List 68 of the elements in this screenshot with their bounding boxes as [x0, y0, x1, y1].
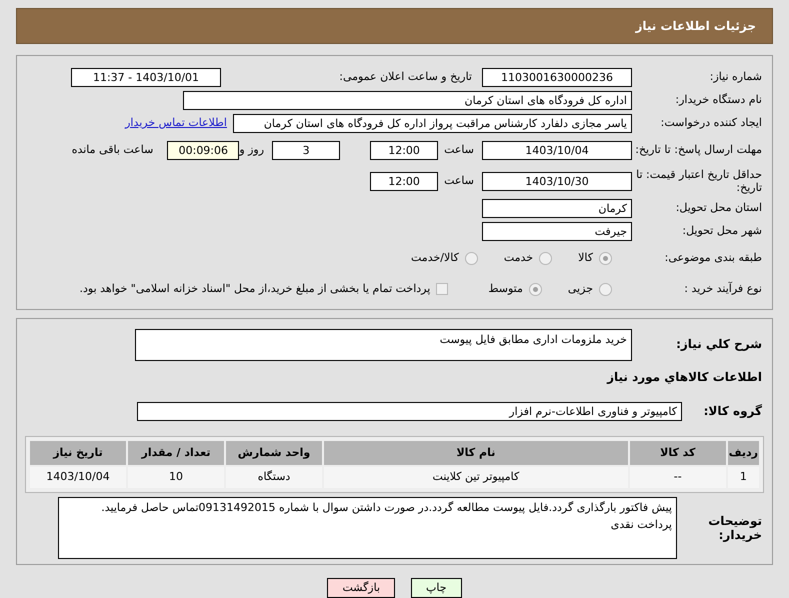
radio-icon[interactable] — [528, 282, 542, 296]
field-label: شهر محل تحویل: — [681, 224, 763, 238]
table-cell: -- — [630, 467, 726, 488]
page-title: جزئیات اطلاعات نیاز — [635, 18, 756, 35]
column-header: ردیف — [728, 441, 759, 465]
column-header: واحد شمارش — [226, 441, 322, 465]
radio-label: کالا/خدمت — [411, 250, 459, 266]
column-header: نام کالا — [324, 441, 628, 465]
radio-label: کالا — [578, 250, 593, 266]
input-field[interactable]: 3 — [272, 140, 340, 160]
table-cell: کامپیوتر تین کلاینت — [324, 467, 628, 488]
column-header: تعداد / مقدار — [128, 441, 224, 465]
field-label: استان محل تحویل: — [674, 201, 763, 215]
field-label: ایجاد کننده درخواست: — [660, 116, 763, 130]
input-field[interactable]: 1403/10/01 - 11:37 — [71, 68, 221, 86]
table-cell: 1 — [728, 467, 759, 488]
goods-group-field[interactable]: کامپیوتر و فناوری اطلاعات-نرم افزار — [137, 402, 682, 420]
input-field[interactable]: اداره کل فرودگاه های استان کرمان — [183, 90, 632, 110]
table-cell: 10 — [128, 467, 224, 488]
checkbox[interactable] — [436, 283, 448, 295]
notes-line: پیش فاکتور بارگذاری گردد.فایل پیوست مطالعه گردد.در صورت داشتن سوال با شماره 09131492015تماس حاصل فرمایید. — [100, 500, 672, 516]
field-label: نام دستگاه خریدار: — [674, 93, 763, 107]
field-text: ساعت باقی مانده — [72, 142, 154, 158]
column-header: کد کالا — [630, 441, 726, 465]
description-field[interactable]: خرید ملزومات اداری مطابق فایل پیوست — [135, 329, 632, 361]
field-label: شرح کلي نياز: — [675, 336, 763, 352]
radio-icon[interactable] — [464, 252, 478, 264]
field-label: مهلت ارسال پاسخ: تا تاریخ: — [634, 143, 763, 157]
radio-icon[interactable] — [599, 282, 612, 296]
input-field[interactable]: 12:00 — [370, 140, 438, 160]
radio-icon[interactable] — [599, 252, 612, 264]
radio-option[interactable]: کالا — [578, 250, 612, 266]
field-label: گروه کالا: — [702, 404, 763, 418]
notes-line: پرداخت نقدی — [610, 516, 672, 533]
input-field[interactable]: 1103001630000236 — [482, 68, 632, 86]
table-cell: 1403/10/04 — [30, 467, 126, 488]
field-label: حداقل تاریخ اعتبار قیمت: تا تاریخ: — [635, 168, 763, 194]
input-field[interactable]: 12:00 — [370, 172, 438, 190]
radio-label: جزیی — [568, 280, 593, 297]
input-field[interactable]: 00:09:06 — [167, 140, 240, 160]
radio-icon[interactable] — [539, 252, 552, 264]
field-label: نوع فرآیند خرید : — [683, 282, 763, 296]
column-header: تاریخ نیاز — [30, 441, 126, 465]
radio-option[interactable]: متوسط — [488, 280, 542, 298]
input-field[interactable]: کرمان — [482, 198, 632, 218]
radio-option[interactable]: کالا/خدمت — [411, 250, 478, 266]
table-cell: دستگاه — [226, 467, 322, 488]
field-label: توضیحات خریدار: — [707, 514, 763, 542]
radio-option[interactable]: جزیی — [568, 280, 612, 298]
print-button[interactable]: چاپ — [411, 578, 462, 598]
checkbox-label: پرداخت تمام یا بخشی از مبلغ خرید،از محل "اسناد خزانه اسلامی" خواهد بود. — [80, 280, 430, 297]
notes-field[interactable]: پیش فاکتور بارگذاری گردد.فایل پیوست مطالعه گردد.در صورت داشتن سوال با شماره 09131492015تماس حاصل فرمایید. پرداخت نقدی — [58, 497, 677, 559]
input-field[interactable]: یاسر مجازی دلفارد کارشناس مراقبت پرواز اداره کل فرودگاه های استان کرمان — [233, 114, 632, 132]
input-field[interactable]: جیرفت — [482, 222, 632, 240]
section-heading: اطلاعات كالاهاي مورد نياز — [606, 369, 763, 386]
field-text: روز و — [239, 142, 264, 158]
input-field[interactable]: 1403/10/30 — [482, 172, 632, 190]
radio-label: خدمت — [504, 250, 534, 266]
field-text: ساعت — [444, 172, 474, 189]
contact-link[interactable]: اطلاعات تماس خریدار — [125, 114, 227, 132]
radio-option[interactable]: خدمت — [504, 250, 552, 266]
field-text: ساعت — [444, 142, 474, 158]
input-field[interactable]: 1403/10/04 — [482, 140, 632, 160]
field-label: شماره نیاز: — [708, 70, 763, 84]
field-label: طبقه بندی موضوعی: — [664, 251, 763, 265]
back-button[interactable]: بازگشت — [327, 578, 396, 598]
field-label: تاریخ و ساعت اعلان عمومی: — [338, 68, 472, 85]
radio-label: متوسط — [488, 280, 523, 297]
